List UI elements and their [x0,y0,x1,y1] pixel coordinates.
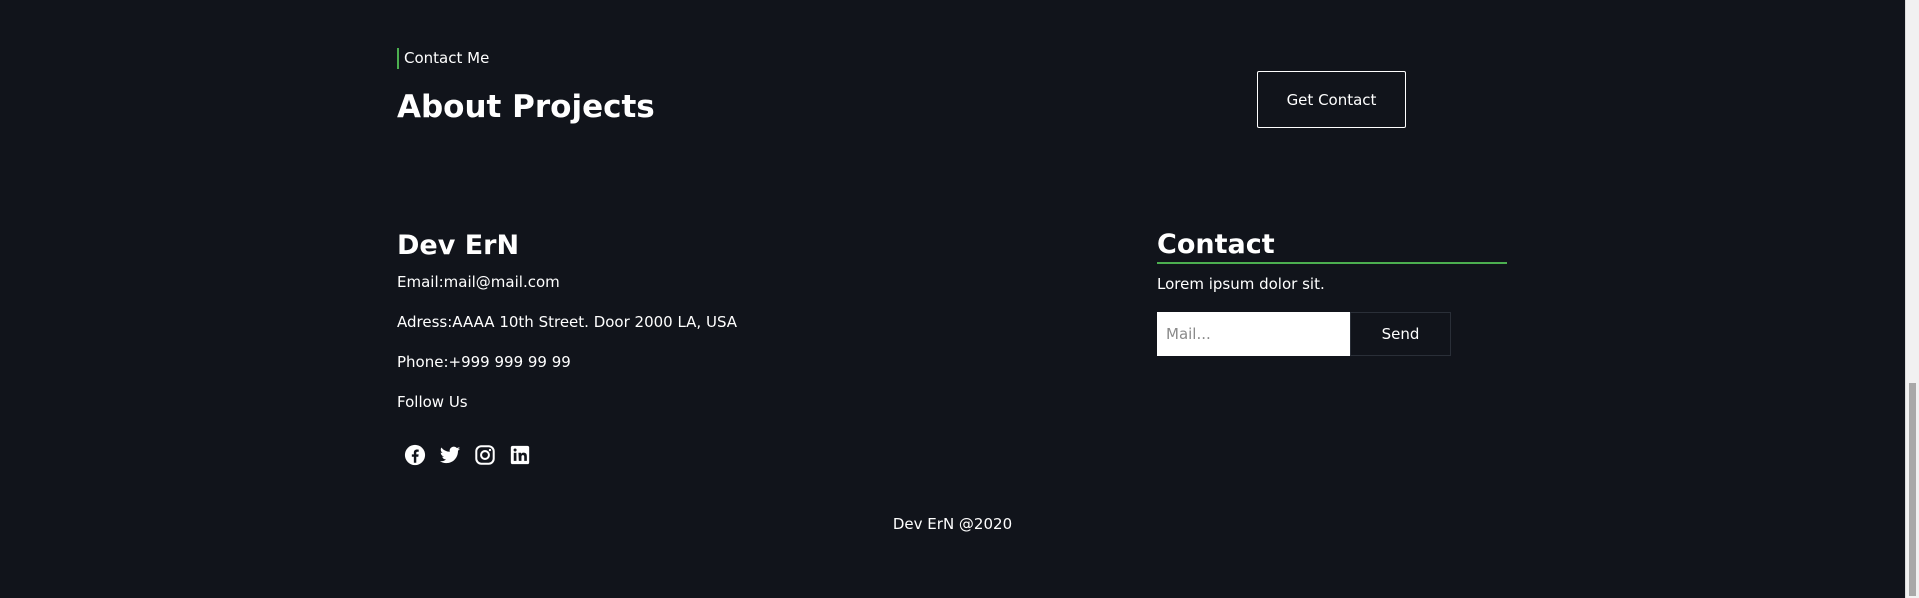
subscribe-form: Send [1157,312,1451,356]
footer-brand: Dev ErN [397,230,520,261]
copyright: Dev ErN @2020 [892,515,1013,533]
contact-title: Contact [1157,229,1507,264]
footer-phone: Phone:+999 999 99 99 [397,353,571,371]
mail-input[interactable] [1157,312,1350,356]
section-title: About Projects [397,89,655,125]
social-links [404,444,531,466]
contact-description: Lorem ipsum dolor sit. [1157,275,1325,293]
get-contact-button[interactable]: Get Contact [1257,71,1406,128]
section-eyebrow: Contact Me [397,48,489,69]
twitter-icon[interactable] [439,444,461,466]
page: Contact Me About Projects Get Contact De… [0,0,1919,598]
scrollbar-thumb[interactable] [1909,383,1916,596]
follow-us-label: Follow Us [397,393,468,411]
footer-address: Adress:AAAA 10th Street. Door 2000 LA, U… [397,313,738,331]
vertical-scrollbar[interactable] [1905,0,1919,598]
facebook-icon[interactable] [404,444,426,466]
footer-email: Email:mail@mail.com [397,273,560,291]
linkedin-icon[interactable] [509,444,531,466]
send-button[interactable]: Send [1350,312,1451,356]
instagram-icon[interactable] [474,444,496,466]
